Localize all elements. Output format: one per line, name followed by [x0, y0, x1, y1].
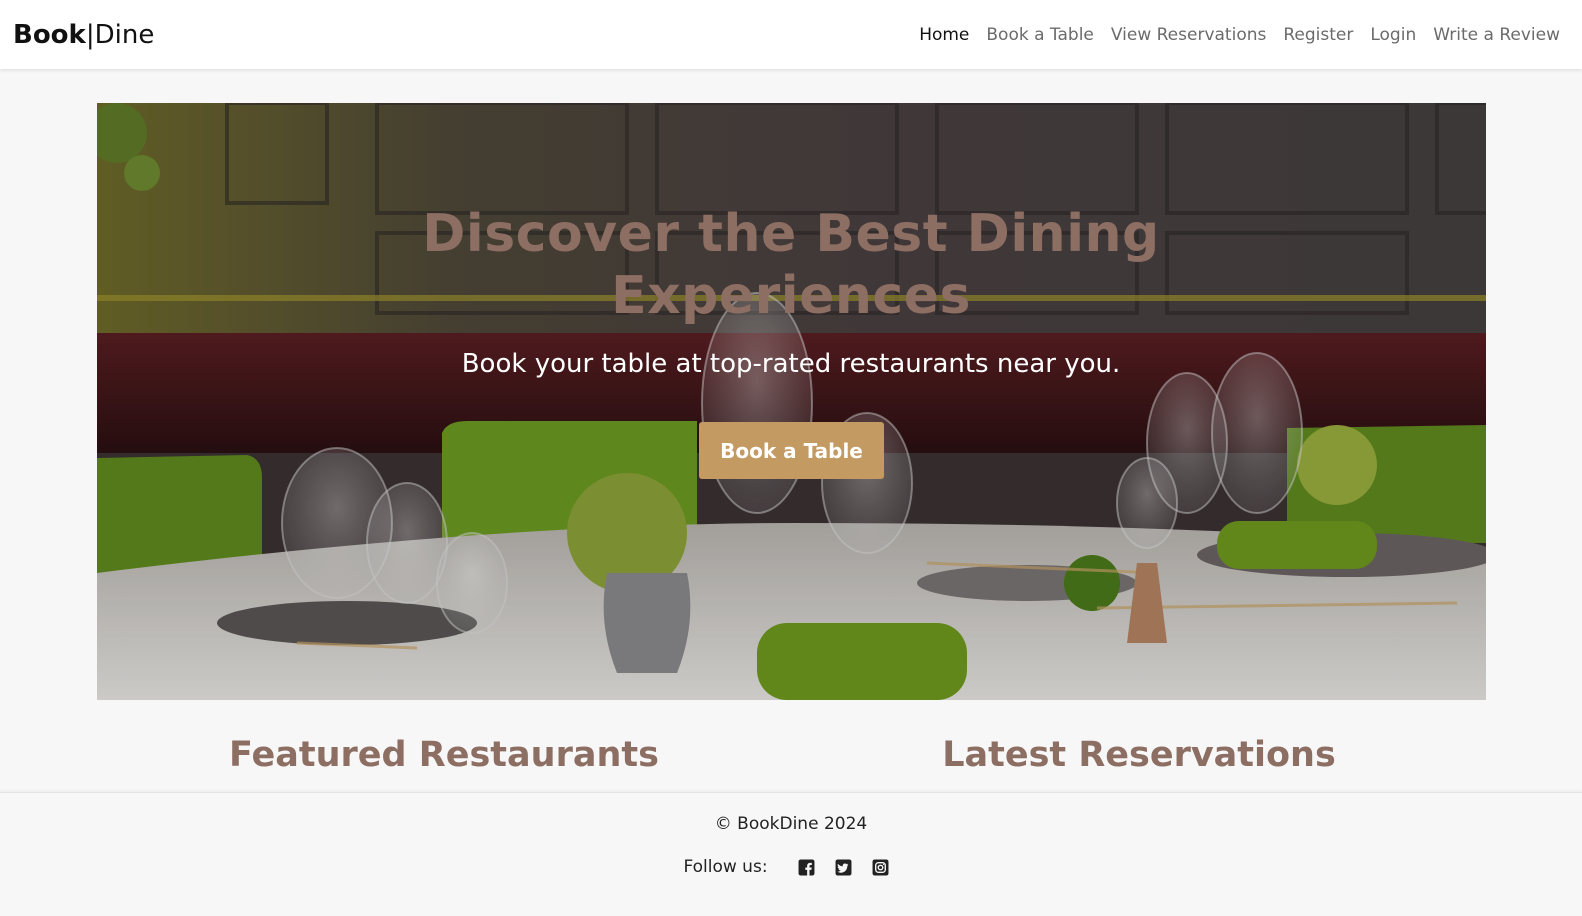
latest-reservations-heading: Latest Reservations	[942, 735, 1336, 775]
brand-bold: Book	[13, 20, 86, 50]
hero-subtitle: Book your table at top-rated restaurants…	[461, 349, 1121, 379]
main-nav: Home Book a Table View Reservations Regi…	[919, 24, 1560, 46]
nav-write-review[interactable]: Write a Review	[1433, 24, 1560, 46]
nav-view-reservations[interactable]: View Reservations	[1111, 24, 1266, 46]
copyright-text: © BookDine 2024	[714, 814, 868, 834]
nav-register[interactable]: Register	[1283, 24, 1353, 46]
instagram-icon[interactable]	[872, 859, 889, 876]
facebook-icon[interactable]	[798, 859, 815, 876]
brand-logo[interactable]: Book|Dine	[13, 20, 154, 50]
follow-us-row: Follow us:	[0, 856, 1582, 878]
nav-login[interactable]: Login	[1370, 24, 1416, 46]
twitter-icon[interactable]	[835, 859, 852, 876]
featured-restaurants-heading: Featured Restaurants	[229, 735, 659, 775]
nav-book-table[interactable]: Book a Table	[986, 24, 1094, 46]
nav-home[interactable]: Home	[919, 24, 969, 46]
hero-content: Discover the Best Dining Experiences Boo…	[97, 103, 1486, 700]
hero-title: Discover the Best Dining Experiences	[422, 204, 1160, 326]
top-navbar: Book|Dine Home Book a Table View Reserva…	[0, 0, 1582, 69]
book-table-button[interactable]: Book a Table	[699, 422, 884, 479]
brand-light: Dine	[94, 20, 155, 50]
footer: © BookDine 2024 Follow us:	[0, 792, 1582, 916]
follow-us-label: Follow us:	[683, 857, 768, 877]
hero-banner: Discover the Best Dining Experiences Boo…	[97, 103, 1486, 700]
brand-separator: |	[85, 20, 95, 50]
